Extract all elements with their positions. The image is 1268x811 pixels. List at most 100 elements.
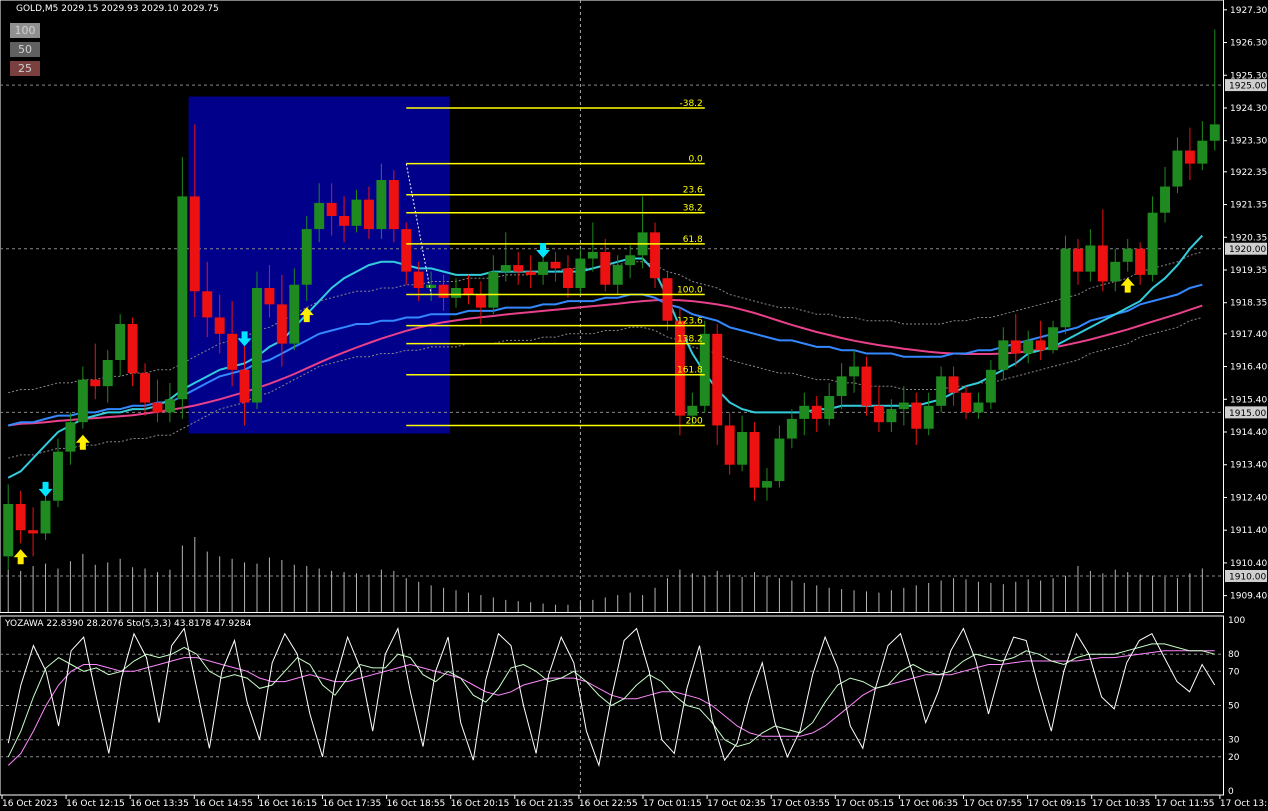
price-bar bbox=[786, 418, 797, 439]
price-bar bbox=[799, 405, 810, 419]
price-bar bbox=[538, 261, 549, 275]
chart-canvas[interactable]: -38.2 0.0 23.6 38.2 61.8 100.0 123.6 138.2 161.8… bbox=[0, 0, 1268, 811]
time-tick-label: 17 Oct 11:55 bbox=[1156, 799, 1215, 809]
price-bar bbox=[65, 422, 76, 452]
stoch-level-label: 30 bbox=[1228, 736, 1240, 746]
price-bar bbox=[724, 425, 735, 465]
price-bar bbox=[326, 202, 337, 216]
stoch-level-label: 80 bbox=[1228, 650, 1240, 660]
fib-level-label: 0.0 bbox=[688, 155, 703, 165]
time-tick-label: 16 Oct 18:55 bbox=[387, 799, 446, 809]
signal-up-arrow bbox=[1120, 277, 1135, 293]
price-tick-label: 1909.40 bbox=[1230, 592, 1267, 602]
price-bar bbox=[575, 258, 586, 288]
price-bar bbox=[873, 405, 884, 423]
price-bar bbox=[1184, 150, 1195, 164]
price-bar bbox=[413, 271, 424, 288]
price-bar bbox=[500, 265, 511, 272]
time-tick-label: 16 Oct 21:35 bbox=[515, 799, 574, 809]
symbol-header: GOLD,M5 2029.15 2029.93 2029.10 2029.75 bbox=[16, 4, 219, 14]
level-label: 1920.00 bbox=[1229, 245, 1266, 255]
price-bar bbox=[388, 180, 399, 230]
price-tick-label: 1923.30 bbox=[1230, 137, 1267, 147]
signal-down-arrow bbox=[536, 243, 551, 258]
price-bar bbox=[1122, 248, 1133, 262]
price-bar bbox=[289, 284, 300, 344]
price-bar bbox=[1048, 327, 1059, 351]
time-tick-label: 17 Oct 13:15 bbox=[1220, 799, 1268, 809]
price-bar bbox=[1135, 248, 1146, 275]
price-bar bbox=[376, 180, 387, 230]
level-label: 1925.00 bbox=[1229, 82, 1266, 92]
price-tick-label: 1921.35 bbox=[1230, 201, 1267, 211]
price-bar bbox=[488, 271, 499, 308]
level-label: 1910.00 bbox=[1229, 573, 1266, 583]
price-bar bbox=[1023, 340, 1034, 354]
price-bar bbox=[438, 284, 449, 298]
price-bar bbox=[351, 199, 362, 226]
price-tick-label: 1911.40 bbox=[1230, 526, 1267, 536]
price-bar bbox=[140, 373, 151, 403]
price-bar bbox=[264, 288, 275, 305]
lookback-50-button[interactable]: 50 bbox=[10, 42, 40, 57]
stoch-level-label: 70 bbox=[1228, 667, 1240, 677]
price-bar bbox=[936, 376, 947, 406]
stoch-level-label: 0 bbox=[1228, 787, 1234, 797]
fib-level-label: 161.8 bbox=[677, 366, 703, 376]
price-bar bbox=[102, 360, 113, 387]
price-tick-label: 1916.40 bbox=[1230, 363, 1267, 373]
price-bar bbox=[625, 255, 636, 266]
time-tick-label: 17 Oct 09:15 bbox=[1028, 799, 1087, 809]
price-bar bbox=[1035, 340, 1046, 351]
price-bar bbox=[214, 317, 225, 334]
price-bar bbox=[762, 481, 772, 488]
lookback-25-button[interactable]: 25 bbox=[10, 61, 40, 76]
price-tick-label: 1919.35 bbox=[1230, 266, 1267, 276]
price-bar bbox=[923, 405, 934, 429]
price-bar bbox=[15, 504, 26, 531]
fib-level-label: 38.2 bbox=[683, 204, 703, 214]
price-bar bbox=[189, 196, 200, 292]
price-bar bbox=[973, 402, 984, 413]
price-tick-label: 1914.40 bbox=[1230, 428, 1267, 438]
price-tick-label: 1926.30 bbox=[1230, 39, 1267, 49]
price-bar bbox=[1160, 186, 1171, 213]
indicator-header: YOZAWA 22.8390 28.2076 Sto(5,3,3) 43.817… bbox=[4, 619, 252, 629]
price-bar bbox=[612, 265, 623, 285]
price-bar bbox=[451, 288, 461, 298]
time-tick-label: 16 Oct 2023 bbox=[2, 799, 58, 809]
price-bar bbox=[90, 379, 101, 387]
fib-level-label: 200 bbox=[686, 416, 703, 426]
price-bar bbox=[1110, 261, 1121, 282]
price-tick-label: 1918.35 bbox=[1230, 299, 1267, 309]
price-bar bbox=[239, 369, 250, 403]
price-bar bbox=[52, 451, 63, 501]
price-bar bbox=[911, 402, 922, 429]
price-bar bbox=[1147, 212, 1158, 275]
fib-level-label: -38.2 bbox=[679, 99, 702, 109]
price-bar bbox=[363, 199, 374, 230]
price-tick-label: 1922.35 bbox=[1230, 168, 1267, 178]
price-bar bbox=[600, 252, 611, 285]
price-bar bbox=[1010, 340, 1021, 354]
price-bar bbox=[227, 333, 238, 370]
time-tick-label: 16 Oct 14:55 bbox=[194, 799, 253, 809]
price-bar bbox=[127, 324, 138, 374]
fib-level-label: 61.8 bbox=[683, 235, 703, 245]
price-bar bbox=[650, 232, 661, 279]
stoch-level-label: 50 bbox=[1228, 702, 1240, 712]
signal-up-arrow bbox=[13, 549, 28, 565]
stoch-level-label: 100 bbox=[1228, 616, 1245, 626]
price-bar bbox=[1097, 245, 1108, 282]
price-bar bbox=[28, 530, 39, 534]
signal-up-arrow bbox=[75, 434, 90, 450]
price-bar bbox=[886, 409, 897, 423]
signal-down-arrow bbox=[38, 481, 53, 497]
stoch-main-line bbox=[7, 626, 1216, 768]
lookback-100-button[interactable]: 100 bbox=[10, 23, 40, 38]
price-bar bbox=[985, 369, 996, 403]
price-bar bbox=[252, 288, 262, 403]
price-bar bbox=[177, 196, 188, 400]
price-bar bbox=[687, 405, 698, 416]
price-bar bbox=[40, 500, 51, 534]
